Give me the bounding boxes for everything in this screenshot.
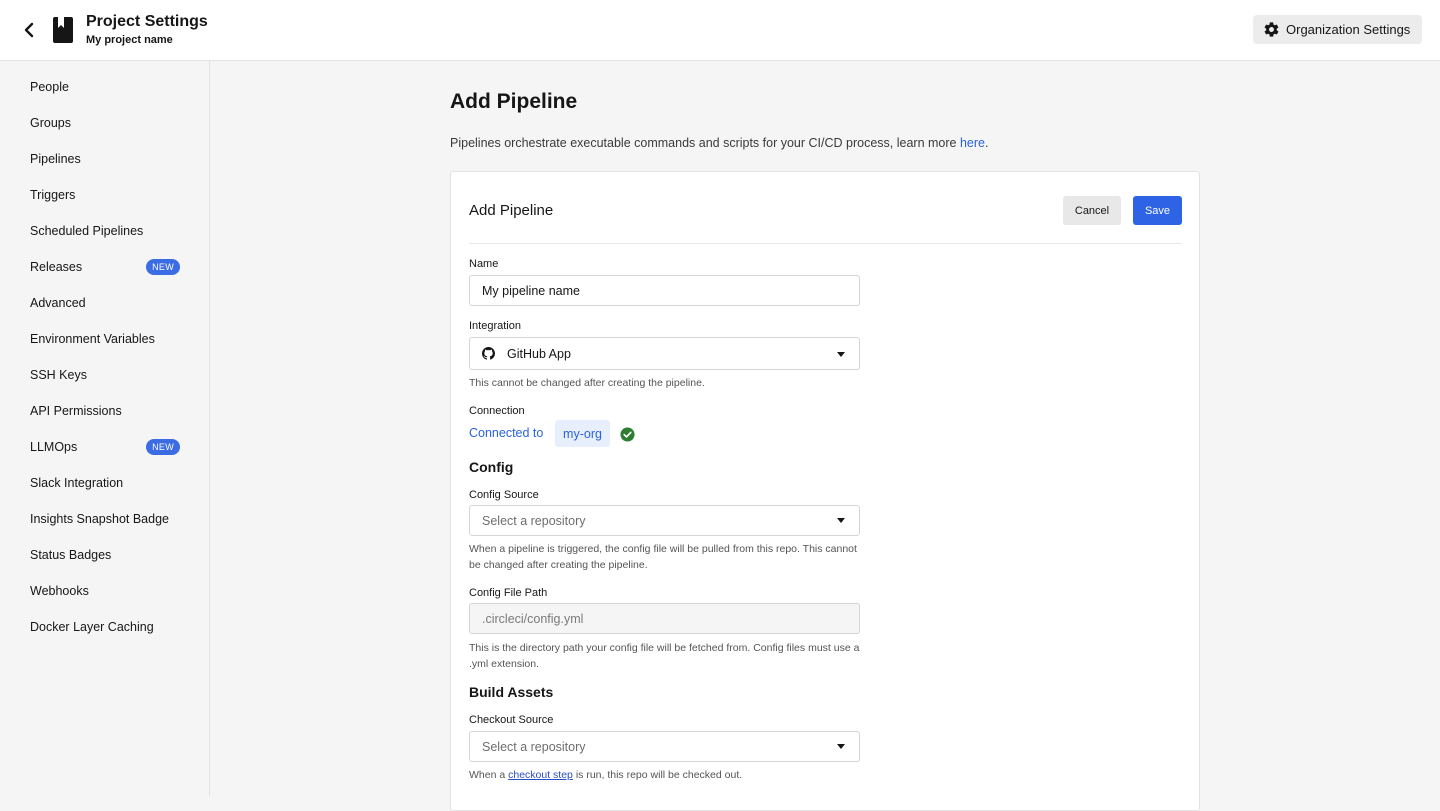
sidebar-item-people[interactable]: People xyxy=(30,77,180,97)
sidebar-item-label: SSH Keys xyxy=(30,368,87,382)
connected-org-chip: my-org xyxy=(555,420,610,447)
chevron-down-icon xyxy=(837,744,845,749)
save-button[interactable]: Save xyxy=(1133,196,1182,225)
integration-help: This cannot be changed after creating th… xyxy=(469,377,705,389)
integration-value: GitHub App xyxy=(507,346,571,361)
connection-label: Connection xyxy=(469,405,525,417)
connection-status: Connected to xyxy=(469,426,544,440)
checkout-source-placeholder: Select a repository xyxy=(482,739,586,754)
cancel-button[interactable]: Cancel xyxy=(1063,196,1121,225)
new-badge: NEW xyxy=(146,259,180,275)
sidebar-item-label: API Permissions xyxy=(30,404,122,418)
sidebar-item-label: LLMOps xyxy=(30,440,78,454)
sidebar-item-api-permissions[interactable]: API Permissions xyxy=(30,401,180,421)
checkout-source-label: Checkout Source xyxy=(469,714,554,726)
config-source-select[interactable]: Select a repository xyxy=(469,505,860,536)
name-input[interactable]: My pipeline name xyxy=(469,275,860,306)
page-header-title: Project Settings xyxy=(86,13,208,30)
project-name: My project name xyxy=(86,34,173,46)
sidebar-item-label: People xyxy=(30,80,69,94)
sidebar-item-label: Releases xyxy=(30,260,83,274)
sidebar-item-pipelines[interactable]: Pipelines xyxy=(30,149,180,169)
sidebar-item-slack-integration[interactable]: Slack Integration xyxy=(30,473,180,493)
checkout-source-select[interactable]: Select a repository xyxy=(469,731,860,762)
sidebar-item-insights-snapshot-badge[interactable]: Insights Snapshot Badge xyxy=(30,509,180,529)
check-circle-icon xyxy=(620,427,635,442)
sidebar-item-label: Groups xyxy=(30,116,71,130)
sidebar-item-scheduled-pipelines[interactable]: Scheduled Pipelines xyxy=(30,221,180,241)
card-title: Add Pipeline xyxy=(469,202,554,219)
config-path-value: .circleci/config.yml xyxy=(482,611,584,626)
page-description: Pipelines orchestrate executable command… xyxy=(450,136,988,150)
sidebar-item-webhooks[interactable]: Webhooks xyxy=(30,581,180,601)
chevron-down-icon xyxy=(837,518,845,523)
page-description-end: . xyxy=(984,136,989,150)
sidebar-item-docker-layer-caching[interactable]: Docker Layer Caching xyxy=(30,617,180,637)
integration-label: Integration xyxy=(469,320,521,332)
back-arrow-icon[interactable] xyxy=(18,18,40,42)
gear-icon xyxy=(1264,22,1279,37)
github-icon xyxy=(482,347,495,360)
page-title: Add Pipeline xyxy=(450,90,578,113)
sidebar-item-releases[interactable]: Releases NEW xyxy=(30,257,180,277)
sidebar-item-label: Pipelines xyxy=(30,152,81,166)
page-description-text: Pipelines orchestrate executable command… xyxy=(450,136,960,150)
chevron-down-icon xyxy=(837,352,845,357)
checkout-help-post: is run, this repo will be checked out. xyxy=(572,769,743,781)
name-input-value: My pipeline name xyxy=(482,283,580,298)
config-path-label: Config File Path xyxy=(469,587,548,599)
sidebar-item-label: Status Badges xyxy=(30,548,112,562)
config-source-placeholder: Select a repository xyxy=(482,513,586,528)
organization-settings-button[interactable]: Organization Settings xyxy=(1253,15,1422,44)
learn-more-link[interactable]: here xyxy=(960,136,985,150)
settings-sidebar: People Groups Pipelines Triggers Scheduled P… xyxy=(0,61,210,796)
sidebar-item-label: Slack Integration xyxy=(30,476,124,490)
integration-select[interactable]: GitHub App xyxy=(469,337,860,370)
checkout-help-pre: When a xyxy=(469,769,509,781)
top-bar: Project Settings My project name Organiz… xyxy=(0,0,1440,61)
sidebar-item-status-badges[interactable]: Status Badges xyxy=(30,545,180,565)
config-path-help: This is the directory path your config f… xyxy=(469,642,860,670)
sidebar-item-advanced[interactable]: Advanced xyxy=(30,293,180,313)
sidebar-item-label: Advanced xyxy=(30,296,86,310)
name-label: Name xyxy=(469,258,499,270)
new-badge: NEW xyxy=(146,439,180,455)
sidebar-item-groups[interactable]: Groups xyxy=(30,113,180,133)
organization-settings-label: Organization Settings xyxy=(1286,22,1411,37)
sidebar-item-label: Scheduled Pipelines xyxy=(30,224,144,238)
config-source-label: Config Source xyxy=(469,489,539,501)
checkout-step-link[interactable]: checkout step xyxy=(508,769,573,781)
sidebar-item-llmops[interactable]: LLMOps NEW xyxy=(30,437,180,457)
project-book-icon xyxy=(53,17,73,43)
checkout-source-help: When a checkout step is run, this repo w… xyxy=(469,767,864,783)
sidebar-item-triggers[interactable]: Triggers xyxy=(30,185,180,205)
sidebar-item-label: Triggers xyxy=(30,188,76,202)
build-assets-heading: Build Assets xyxy=(469,684,554,700)
add-pipeline-card: Add Pipeline Cancel Save Name My pipelin… xyxy=(450,171,1200,811)
config-source-help: When a pipeline is triggered, the config… xyxy=(469,543,857,571)
sidebar-item-label: Insights Snapshot Badge xyxy=(30,512,169,526)
config-heading: Config xyxy=(469,459,514,475)
divider xyxy=(469,243,1182,244)
sidebar-item-label: Environment Variables xyxy=(30,332,155,346)
sidebar-item-environment-variables[interactable]: Environment Variables xyxy=(30,329,180,349)
sidebar-item-ssh-keys[interactable]: SSH Keys xyxy=(30,365,180,385)
config-path-input[interactable]: .circleci/config.yml xyxy=(469,603,860,634)
sidebar-item-label: Docker Layer Caching xyxy=(30,620,154,634)
sidebar-item-label: Webhooks xyxy=(30,584,89,598)
